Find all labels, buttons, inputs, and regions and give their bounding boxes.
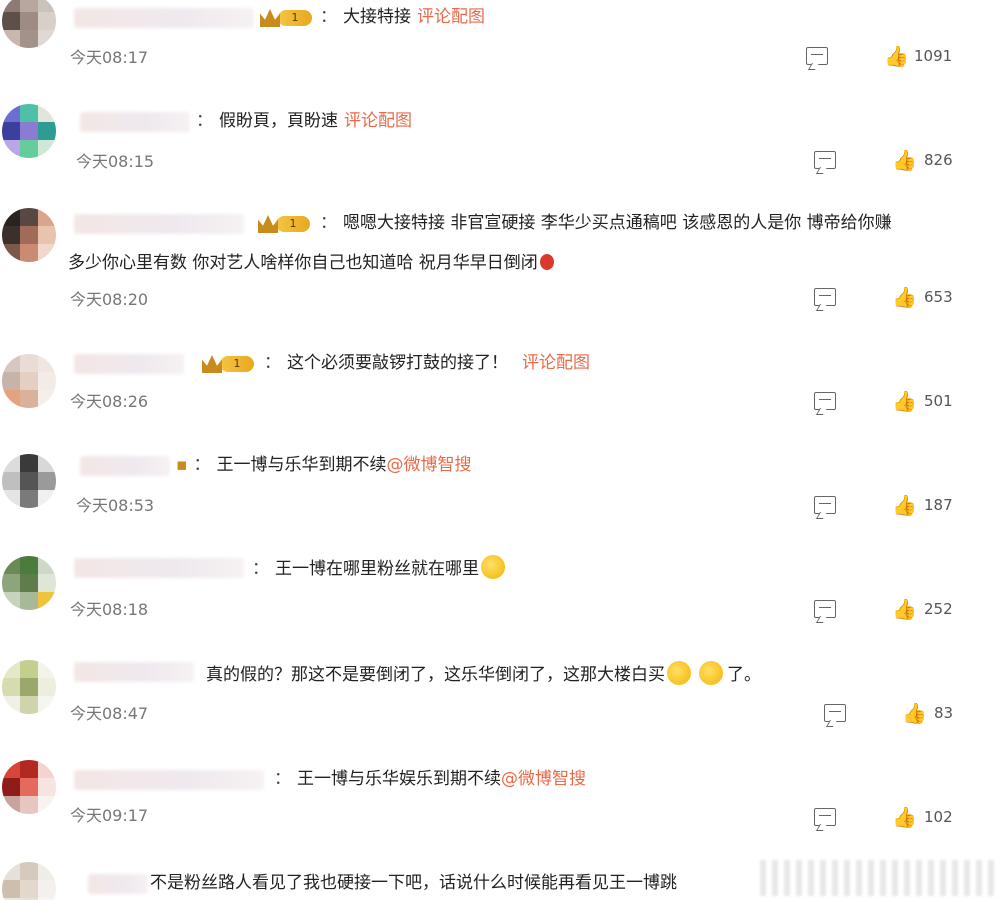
comment-body: 假盼頁，頁盼速 (219, 111, 338, 131)
thumbs-up-icon[interactable]: 👍 (892, 390, 917, 412)
username[interactable] (80, 112, 190, 132)
avatar[interactable] (2, 760, 56, 814)
comment-text: ：假盼頁，頁盼速 评论配图 (196, 111, 412, 131)
like-count[interactable]: 826 (924, 151, 953, 169)
timestamp: 今天08:53 (76, 496, 155, 515)
timestamp: 今天09:17 (70, 806, 149, 825)
fan-badge: 1 (202, 354, 254, 374)
timestamp: 今天08:26 (70, 392, 149, 411)
username[interactable] (74, 8, 254, 28)
thumbs-up-icon[interactable]: 👍 (892, 494, 917, 516)
timestamp: 今天08:17 (70, 48, 149, 67)
like-count[interactable]: 83 (934, 704, 953, 722)
like-count[interactable]: 501 (924, 392, 953, 410)
avatar[interactable] (2, 454, 56, 508)
comment-body: 嗯嗯大接特接 非官宣硬接 李华少买点通稿吧 该感恩的人是你 博帝给你赚 (343, 213, 892, 233)
comment-icon[interactable] (814, 600, 836, 618)
avatar[interactable] (2, 660, 56, 714)
comment-body: 大接特接 (343, 7, 411, 27)
timestamp: 今天08:15 (76, 152, 155, 171)
comment-text: ▪：王一博与乐华到期不续@微博智搜 (176, 455, 472, 475)
comment-icon[interactable] (814, 288, 836, 306)
image-link[interactable]: 评论配图 (417, 7, 485, 27)
comment-body: 这个必须要敲锣打鼓的接了！ (287, 353, 508, 373)
thumbs-up-icon[interactable]: 👍 (892, 149, 917, 171)
fan-badge: 1 (260, 8, 312, 28)
image-link[interactable]: 评论配图 (344, 111, 412, 131)
comment-icon[interactable] (814, 496, 836, 514)
smirk-emoji-icon (667, 661, 691, 685)
username[interactable] (74, 770, 264, 790)
like-count[interactable]: 1091 (914, 47, 952, 65)
comment-text: ：大接特接 评论配图 (320, 7, 485, 27)
comment-text: ：这个必须要敲锣打鼓的接了！ 评论配图 (264, 353, 590, 373)
comment-body: 王一博与乐华娱乐到期不续 (297, 769, 501, 789)
thumbs-up-icon[interactable]: 👍 (902, 702, 927, 724)
username[interactable] (88, 874, 148, 894)
comment-body-cont: 多少你心里有数 你对艺人啥样你自己也知道哈 祝月华早日倒闭 (68, 253, 538, 273)
username[interactable] (74, 214, 244, 234)
timestamp: 今天08:20 (70, 290, 149, 309)
comment-icon[interactable] (806, 47, 828, 65)
comment-body: 王一博在哪里粉丝就在哪里 (275, 559, 479, 579)
username[interactable] (74, 662, 194, 682)
like-count[interactable]: 187 (924, 496, 953, 514)
like-count[interactable]: 102 (924, 808, 953, 826)
comment-text: 真的假的？那这不是要倒闭了，这乐华倒闭了，这那大楼白买 了。 (206, 658, 761, 692)
username[interactable] (80, 456, 170, 476)
image-link[interactable]: 评论配图 (522, 353, 590, 373)
comment-text-line2: 多少你心里有数 你对艺人啥样你自己也知道哈 祝月华早日倒闭 (68, 248, 554, 273)
thumbs-up-icon[interactable]: 👍 (884, 45, 909, 67)
rose-emoji-icon (539, 254, 554, 270)
thumbs-up-icon[interactable]: 👍 (892, 806, 917, 828)
comment-feed: 1 ：大接特接 评论配图 今天08:17 👍 1091 ：假盼頁，頁盼速 评论配图 … (0, 0, 1006, 900)
comment-body: 不是粉丝路人看见了我也硬接一下吧，话说什么时候能再看见王一博跳 (150, 873, 677, 893)
avatar[interactable] (2, 208, 56, 262)
avatar[interactable] (2, 556, 56, 610)
comment-body-end: 了。 (727, 665, 761, 685)
avatar[interactable] (2, 104, 56, 158)
like-count[interactable]: 252 (924, 600, 953, 618)
comment-text: ：王一博与乐华娱乐到期不续@微博智搜 (274, 769, 586, 789)
mention-link[interactable]: @微博智搜 (387, 455, 472, 475)
comment-text: 不是粉丝路人看见了我也硬接一下吧，话说什么时候能再看见王一博跳 (150, 866, 677, 900)
badge-level: 1 (278, 10, 312, 26)
thumbs-up-icon[interactable]: 👍 (892, 286, 917, 308)
comment-text: ：嗯嗯大接特接 非官宣硬接 李华少买点通稿吧 该感恩的人是你 博帝给你赚 (320, 213, 892, 233)
comment-icon[interactable] (814, 151, 836, 169)
comment-body: 王一博与乐华到期不续 (216, 455, 387, 475)
avatar[interactable] (2, 862, 56, 900)
username[interactable] (74, 558, 244, 578)
timestamp: 今天08:18 (70, 600, 149, 619)
fan-badge: 1 (258, 214, 310, 234)
comment-icon[interactable] (824, 704, 846, 722)
username[interactable] (74, 354, 184, 374)
avatar[interactable] (2, 0, 56, 48)
thumbs-up-icon[interactable]: 👍 (892, 598, 917, 620)
smirk-emoji-icon (699, 661, 723, 685)
badge-level: 1 (276, 216, 310, 232)
comment-icon[interactable] (814, 392, 836, 410)
comment-body: 真的假的？那这不是要倒闭了，这乐华倒闭了，这那大楼白买 (206, 665, 665, 685)
timestamp: 今天08:47 (70, 704, 149, 723)
mention-link[interactable]: @微博智搜 (501, 769, 586, 789)
crown-badge-icon (258, 215, 278, 233)
crown-badge-icon (260, 9, 280, 27)
watermark (760, 860, 1000, 896)
avatar[interactable] (2, 354, 56, 408)
like-count[interactable]: 653 (924, 288, 953, 306)
crown-badge-icon (202, 355, 222, 373)
comment-text: ：王一博在哪里粉丝就在哪里 (252, 552, 505, 586)
comment-icon[interactable] (814, 808, 836, 826)
scream-emoji-icon (481, 555, 505, 579)
badge-level: 1 (220, 356, 254, 372)
